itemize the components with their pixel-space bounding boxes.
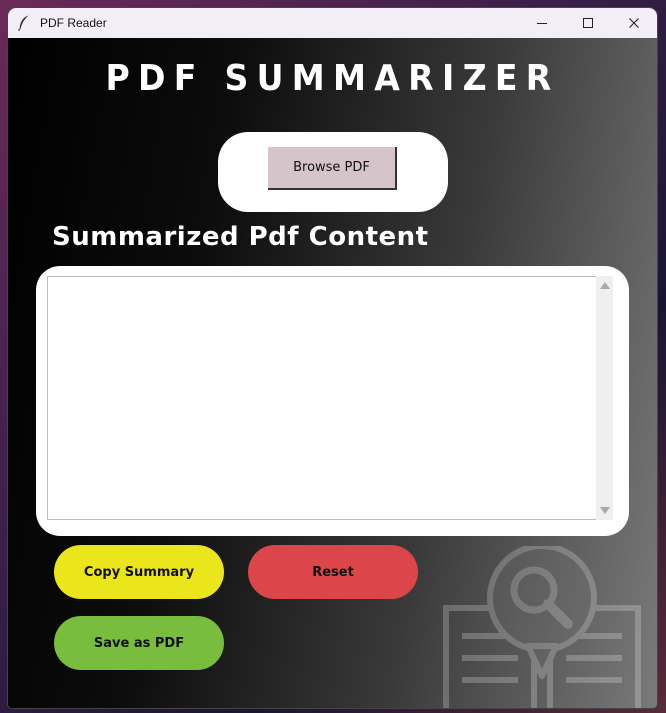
browse-panel: Browse PDF [218, 132, 448, 212]
maximize-button[interactable] [565, 8, 611, 38]
window-controls [519, 8, 657, 38]
window-title: PDF Reader [40, 16, 107, 30]
close-icon [629, 18, 639, 28]
app-window: PDF Reader PDF SUMMARIZER Browse PDF Sum… [8, 8, 657, 708]
minimize-icon [537, 23, 547, 24]
scroll-up-icon[interactable] [600, 282, 610, 289]
title-bar: PDF Reader [8, 8, 657, 38]
main-content: PDF SUMMARIZER Browse PDF Summarized Pdf… [8, 38, 657, 708]
document-search-icon [443, 546, 641, 708]
app-title: PDF SUMMARIZER [105, 58, 560, 99]
minimize-button[interactable] [519, 8, 565, 38]
summary-panel [36, 266, 629, 536]
reset-button[interactable]: Reset [248, 545, 418, 599]
summary-heading: Summarized Pdf Content [52, 222, 429, 252]
browse-pdf-button[interactable]: Browse PDF [268, 147, 397, 190]
close-button[interactable] [611, 8, 657, 38]
summary-textarea[interactable] [47, 276, 597, 520]
copy-summary-button[interactable]: Copy Summary [54, 545, 224, 599]
maximize-icon [583, 18, 593, 28]
summary-scrollbar[interactable] [596, 276, 613, 520]
save-as-pdf-button[interactable]: Save as PDF [54, 616, 224, 670]
scroll-down-icon[interactable] [600, 507, 610, 514]
feather-icon [18, 15, 32, 31]
